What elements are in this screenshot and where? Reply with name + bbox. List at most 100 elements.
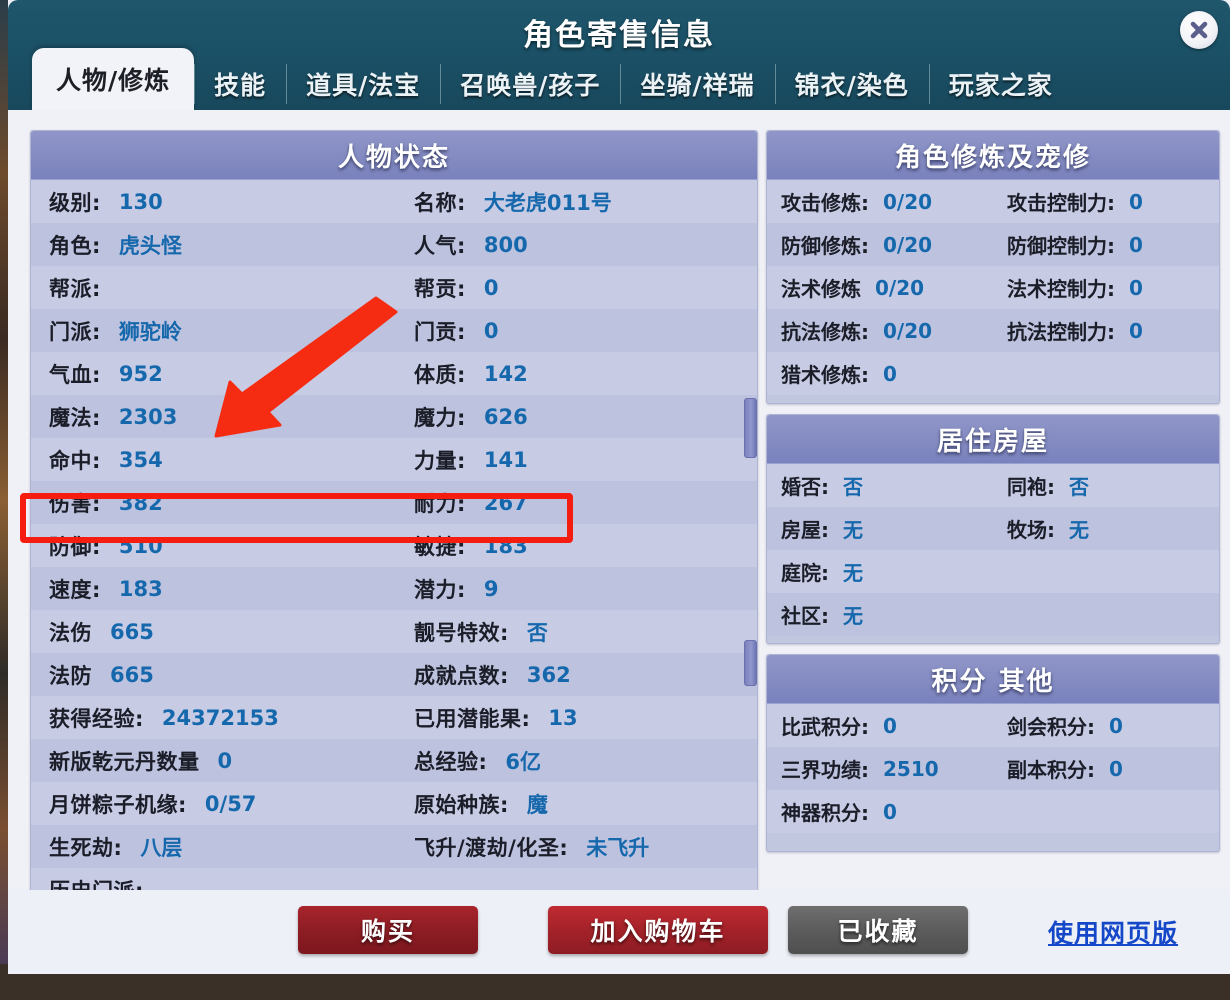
status-cell-left: 生死劫: 八层 bbox=[31, 825, 394, 868]
tab-pets-children[interactable]: 召唤兽/孩子 bbox=[440, 58, 620, 110]
stat-value: 0/20 bbox=[883, 232, 933, 257]
stat-value: 2510 bbox=[883, 756, 939, 781]
status-label: 原始种族: bbox=[414, 792, 509, 817]
status-value: 354 bbox=[118, 447, 163, 472]
window-content: 人物状态 级别: 130 名称: 大老虎011号 角色: 虎头怪 人气: 800 帮派: 帮贡: 0… bbox=[8, 110, 1230, 974]
table-row: 法术修炼 0/20 法术控制力: 0 bbox=[767, 266, 1219, 309]
tab-fashion-dye[interactable]: 锦衣/染色 bbox=[774, 58, 929, 110]
content-scrollbar-thumb-upper[interactable] bbox=[744, 398, 757, 458]
stat-value: 0 bbox=[1129, 189, 1143, 214]
stat-cell: 三界功绩: 2510 bbox=[767, 754, 1003, 783]
status-value: 9 bbox=[483, 576, 499, 601]
status-value: 382 bbox=[118, 490, 163, 515]
status-cell-left: 气血: 952 bbox=[31, 352, 394, 395]
table-row: 角色: 虎头怪 人气: 800 bbox=[31, 223, 757, 266]
tab-skills[interactable]: 技能 bbox=[194, 58, 286, 110]
status-value: 魔 bbox=[526, 792, 548, 817]
status-cell-left: 魔法: 2303 bbox=[31, 395, 394, 438]
stat-value: 0 bbox=[1129, 318, 1143, 343]
score-rows: 比武积分: 0 剑会积分: 0 三界功绩: 2510 副本积分: 0 神器积分: 0 bbox=[767, 704, 1219, 833]
stat-value: 无 bbox=[843, 604, 863, 628]
status-label: 已用潜能果: bbox=[414, 706, 531, 731]
stat-label: 法术控制力: bbox=[1007, 277, 1115, 301]
stat-label: 三界功绩: bbox=[781, 758, 869, 782]
status-value: 13 bbox=[548, 705, 578, 730]
table-row: 三界功绩: 2510 副本积分: 0 bbox=[767, 747, 1219, 790]
status-cell-left: 帮派: bbox=[31, 266, 394, 309]
status-cell-right: 已用潜能果: 13 bbox=[394, 696, 757, 739]
stat-label: 社区: bbox=[781, 604, 829, 628]
tab-items-treasures[interactable]: 道具/法宝 bbox=[286, 58, 440, 110]
tab-label: 技能 bbox=[214, 71, 267, 100]
content-scrollbar-thumb-lower[interactable] bbox=[744, 640, 757, 686]
table-row: 速度: 183 潜力: 9 bbox=[31, 567, 757, 610]
cultivation-panel: 角色修炼及宠修 攻击修炼: 0/20 攻击控制力: 0 防御修炼: 0/20 防御控制力: 0… bbox=[766, 130, 1220, 404]
add-to-cart-button[interactable]: 加入购物车 bbox=[548, 906, 768, 954]
favorited-button[interactable]: 已收藏 bbox=[788, 906, 968, 954]
app-screen: 角色寄售信息 人物/修炼 技能 道具/法宝 召唤兽/孩子 坐骑/祥瑞 锦衣/染色… bbox=[0, 0, 1230, 974]
status-cell-left: 月饼粽子机缘: 0/57 bbox=[31, 782, 394, 825]
use-web-version-link[interactable]: 使用网页版 bbox=[1048, 914, 1178, 950]
stat-cell: 法术修炼 0/20 bbox=[767, 273, 1003, 302]
stat-cell: 防御修炼: 0/20 bbox=[767, 230, 1003, 259]
status-cell-left: 速度: 183 bbox=[31, 567, 394, 610]
status-label: 名称: bbox=[414, 190, 466, 215]
status-label: 月饼粽子机缘: bbox=[49, 792, 187, 817]
status-cell-right: 原始种族: 魔 bbox=[394, 782, 757, 825]
tab-mounts[interactable]: 坐骑/祥瑞 bbox=[620, 58, 774, 110]
stat-cell: 抗法控制力: 0 bbox=[1003, 316, 1219, 345]
character-status-panel: 人物状态 级别: 130 名称: 大老虎011号 角色: 虎头怪 人气: 800 帮派: 帮贡: 0… bbox=[30, 130, 758, 892]
stat-value: 无 bbox=[1069, 518, 1089, 542]
status-value: 267 bbox=[483, 490, 528, 515]
status-label: 伤害: bbox=[49, 491, 101, 516]
table-row: 获得经验: 24372153 已用潜能果: 13 bbox=[31, 696, 757, 739]
stat-cell: 攻击修炼: 0/20 bbox=[767, 187, 1003, 216]
stat-value: 0 bbox=[883, 713, 897, 738]
status-cell-left: 历史门派: bbox=[31, 868, 394, 892]
stat-label: 剑会积分: bbox=[1007, 715, 1095, 739]
status-label: 魔法: bbox=[49, 405, 101, 430]
status-cell-left: 法防 665 bbox=[31, 653, 394, 696]
status-value: 183 bbox=[118, 576, 163, 601]
status-cell-left: 防御: 510 bbox=[31, 524, 394, 567]
status-value: 142 bbox=[483, 361, 528, 386]
tab-character-cultivation[interactable]: 人物/修炼 bbox=[32, 48, 195, 110]
content-scrollbar-track[interactable] bbox=[743, 240, 755, 1000]
table-row: 伤害: 382 耐力: 267 bbox=[31, 481, 757, 524]
stat-cell: 比武积分: 0 bbox=[767, 711, 1003, 740]
stat-label: 防御控制力: bbox=[1007, 234, 1115, 258]
stat-label: 防御修炼: bbox=[781, 234, 869, 258]
stat-label: 婚否: bbox=[781, 475, 829, 499]
house-title: 居住房屋 bbox=[767, 415, 1219, 464]
stat-value: 无 bbox=[843, 561, 863, 585]
status-cell-right: 潜力: 9 bbox=[394, 567, 757, 610]
status-value: 665 bbox=[110, 619, 154, 644]
status-cell-right: 成就点数: 362 bbox=[394, 653, 757, 696]
stat-cell: 抗法修炼: 0/20 bbox=[767, 316, 1003, 345]
status-label: 潜力: bbox=[414, 577, 466, 602]
stat-label: 神器积分: bbox=[781, 801, 869, 825]
table-row: 法伤 665 靓号特效: 否 bbox=[31, 610, 757, 653]
status-label: 敏捷: bbox=[414, 534, 466, 559]
table-row: 防御修炼: 0/20 防御控制力: 0 bbox=[767, 223, 1219, 266]
status-label: 飞升/渡劫/化圣: bbox=[414, 835, 569, 860]
status-label: 帮贡: bbox=[414, 276, 466, 301]
favorited-button-label: 已收藏 bbox=[837, 917, 919, 946]
status-label: 成就点数: bbox=[414, 663, 509, 688]
tab-player-home[interactable]: 玩家之家 bbox=[928, 58, 1073, 110]
add-to-cart-button-label: 加入购物车 bbox=[590, 917, 726, 946]
close-icon[interactable] bbox=[1180, 11, 1218, 49]
score-panel: 积分 其他 比武积分: 0 剑会积分: 0 三界功绩: 2510 副本积分: 0 神器积分: 0 bbox=[766, 654, 1220, 852]
table-row: 新版乾元丹数量 0 总经验: 6亿 bbox=[31, 739, 757, 782]
buy-button-label: 购买 bbox=[360, 917, 415, 946]
status-value: 665 bbox=[110, 662, 154, 687]
stat-label: 法术修炼 bbox=[781, 277, 861, 301]
stat-value: 否 bbox=[1069, 475, 1089, 499]
table-row: 抗法修炼: 0/20 抗法控制力: 0 bbox=[767, 309, 1219, 352]
status-cell-left: 命中: 354 bbox=[31, 438, 394, 481]
table-row: 命中: 354 力量: 141 bbox=[31, 438, 757, 481]
buy-button[interactable]: 购买 bbox=[298, 906, 478, 954]
table-row: 生死劫: 八层 飞升/渡劫/化圣: 未飞升 bbox=[31, 825, 757, 868]
status-label: 人气: bbox=[414, 233, 466, 258]
table-row: 级别: 130 名称: 大老虎011号 bbox=[31, 180, 757, 223]
